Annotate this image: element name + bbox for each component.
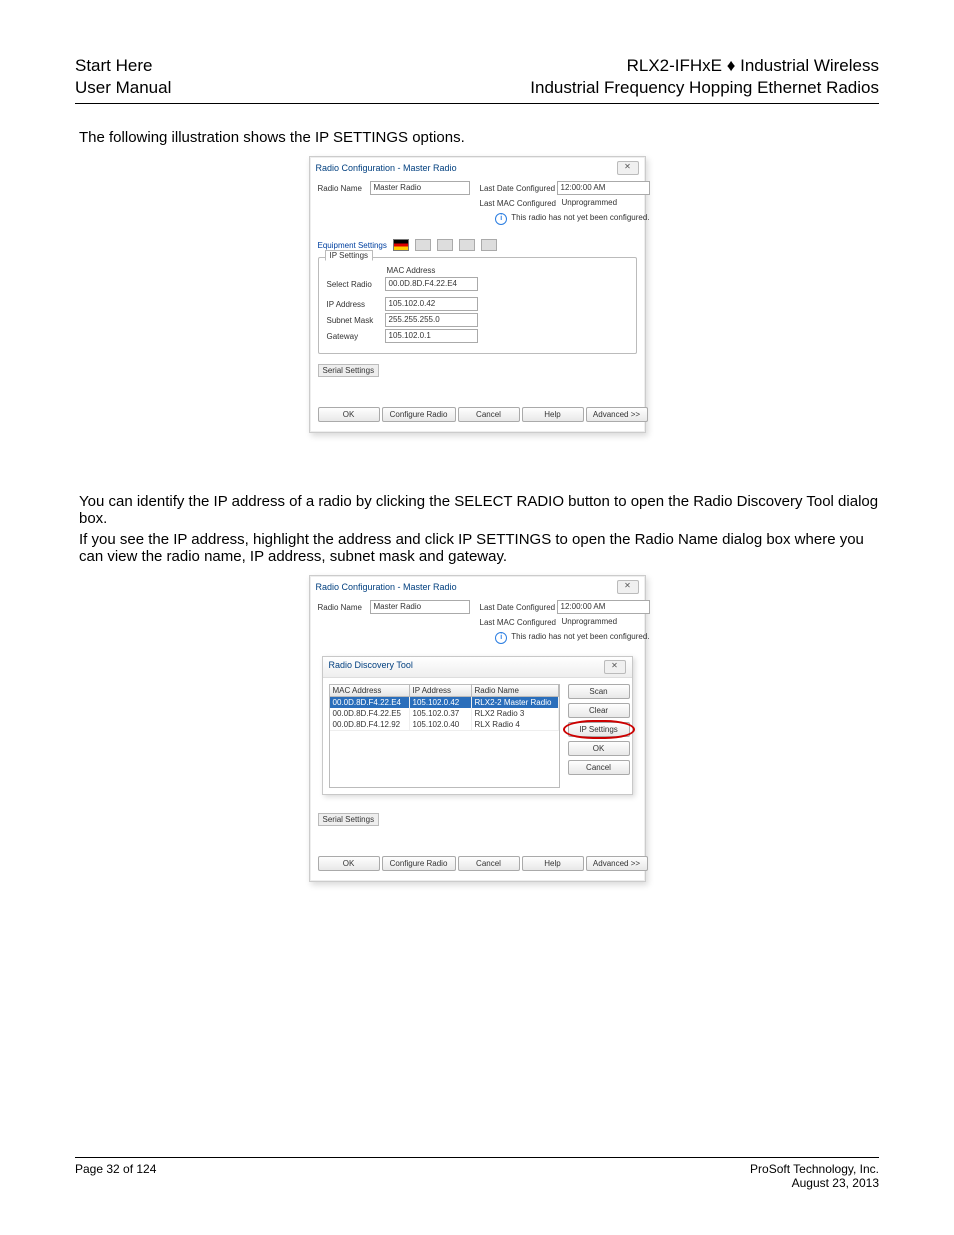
- col-name[interactable]: Radio Name: [472, 685, 559, 697]
- info-icon: i: [495, 632, 507, 644]
- label-last-mac: Last MAC Configured: [480, 199, 559, 208]
- button-select-radio[interactable]: Select Radio: [327, 280, 385, 289]
- label-ip-address: IP Address: [327, 300, 385, 309]
- input-gateway[interactable]: 105.102.0.1: [385, 329, 478, 343]
- dialog1-title: Radio Configuration - Master Radio: [316, 163, 457, 173]
- label-radio-name: Radio Name: [318, 603, 370, 612]
- advanced-button[interactable]: Advanced >>: [586, 856, 648, 871]
- input-subnet-mask[interactable]: 255.255.255.0: [385, 313, 478, 327]
- input-radio-name[interactable]: Master Radio: [370, 181, 470, 195]
- dialog-radio-config-1: Radio Configuration - Master Radio ✕ Rad…: [309, 156, 646, 433]
- inner-title: Radio Discovery Tool: [329, 660, 413, 674]
- label-radio-name: Radio Name: [318, 184, 370, 193]
- flag-icon: [459, 239, 475, 251]
- col-ip[interactable]: IP Address: [410, 685, 472, 697]
- input-ip-address[interactable]: 105.102.0.42: [385, 297, 478, 311]
- configure-radio-button[interactable]: Configure Radio: [382, 856, 456, 871]
- close-icon[interactable]: ✕: [617, 161, 639, 175]
- scan-button[interactable]: Scan: [568, 684, 630, 699]
- flag-icon: [437, 239, 453, 251]
- inner-ok-button[interactable]: OK: [568, 741, 630, 756]
- header-right-2: Industrial Frequency Hopping Ethernet Ra…: [530, 77, 879, 99]
- label-last-mac: Last MAC Configured: [480, 618, 559, 627]
- col-mac[interactable]: MAC Address: [330, 685, 410, 697]
- ok-button[interactable]: OK: [318, 407, 380, 422]
- configure-radio-button[interactable]: Configure Radio: [382, 407, 456, 422]
- table-row[interactable]: 00.0D.8D.F4.22.E4 105.102.0.42 RLX2-2 Ma…: [330, 697, 559, 708]
- dialog-radio-config-2: Radio Configuration - Master Radio ✕ Rad…: [309, 575, 646, 882]
- table-radios: MAC Address IP Address Radio Name 00.0D.…: [329, 684, 560, 788]
- tab-serial-settings[interactable]: Serial Settings: [318, 364, 380, 377]
- label-last-date: Last Date Configured: [480, 603, 557, 612]
- close-icon[interactable]: ✕: [604, 660, 626, 674]
- footer-right-2: August 23, 2013: [750, 1176, 879, 1190]
- input-radio-name[interactable]: Master Radio: [370, 600, 470, 614]
- cancel-button[interactable]: Cancel: [458, 407, 520, 422]
- label-gateway: Gateway: [327, 332, 385, 341]
- label-last-date: Last Date Configured: [480, 184, 557, 193]
- tab-ip-settings[interactable]: IP Settings: [325, 250, 374, 261]
- clear-button[interactable]: Clear: [568, 703, 630, 718]
- ok-button[interactable]: OK: [318, 856, 380, 871]
- ip-settings-button[interactable]: IP Settings: [568, 722, 630, 737]
- body-text-intro: The following illustration shows the IP …: [79, 129, 879, 146]
- help-button[interactable]: Help: [522, 856, 584, 871]
- value-last-mac: Unprogrammed: [559, 197, 650, 209]
- body-text-mid2: If you see the IP address, highlight the…: [79, 531, 879, 565]
- table-row[interactable]: 00.0D.8D.F4.22.E5 105.102.0.37 RLX2 Radi…: [330, 708, 559, 719]
- flag-icon: [393, 239, 409, 251]
- help-button[interactable]: Help: [522, 407, 584, 422]
- footer-left: Page 32 of 124: [75, 1162, 156, 1190]
- dialog-radio-discovery-tool: Radio Discovery Tool ✕ MAC Address IP Ad…: [322, 656, 633, 795]
- header-left-1: Start Here: [75, 55, 171, 77]
- advanced-button[interactable]: Advanced >>: [586, 407, 648, 422]
- flag-icon: [415, 239, 431, 251]
- inner-cancel-button[interactable]: Cancel: [568, 760, 630, 775]
- dialog2-title: Radio Configuration - Master Radio: [316, 582, 457, 592]
- body-text-mid1: You can identify the IP address of a rad…: [79, 493, 879, 527]
- footer-right-1: ProSoft Technology, Inc.: [750, 1162, 879, 1176]
- value-last-date: 12:00:00 AM: [557, 600, 650, 614]
- status-text: This radio has not yet been configured.: [511, 213, 649, 225]
- value-last-mac: Unprogrammed: [559, 616, 650, 628]
- link-equipment-settings[interactable]: Equipment Settings: [318, 241, 387, 250]
- input-mac-address[interactable]: 00.0D.8D.F4.22.E4: [385, 277, 478, 291]
- header-right-1: RLX2-IFHxE ♦ Industrial Wireless: [530, 55, 879, 77]
- close-icon[interactable]: ✕: [617, 580, 639, 594]
- cancel-button[interactable]: Cancel: [458, 856, 520, 871]
- info-icon: i: [495, 213, 507, 225]
- value-last-date: 12:00:00 AM: [557, 181, 650, 195]
- page-footer: Page 32 of 124 ProSoft Technology, Inc. …: [75, 1157, 879, 1190]
- panel-ip-settings: IP Settings MAC Address Select Radio 00.…: [318, 257, 637, 354]
- flag-icon: [481, 239, 497, 251]
- label-subnet-mask: Subnet Mask: [327, 316, 385, 325]
- label-mac-address: MAC Address: [387, 266, 436, 275]
- page-header: Start Here User Manual RLX2-IFHxE ♦ Indu…: [75, 55, 879, 104]
- status-text: This radio has not yet been configured.: [511, 632, 649, 644]
- table-row[interactable]: 00.0D.8D.F4.12.92 105.102.0.40 RLX Radio…: [330, 719, 559, 730]
- tab-serial-settings[interactable]: Serial Settings: [318, 813, 380, 826]
- header-left-2: User Manual: [75, 77, 171, 99]
